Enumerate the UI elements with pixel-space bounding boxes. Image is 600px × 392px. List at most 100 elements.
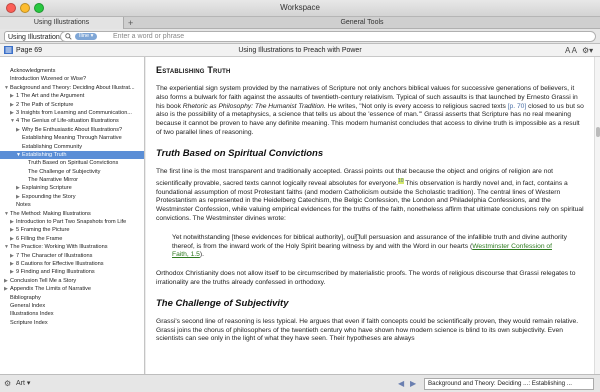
toc-item[interactable]: Notes [0, 201, 144, 209]
toc-item[interactable]: ▶ 8 Cautions for Effective Illustrations [0, 260, 144, 268]
toc-item-label: Truth Based on Spiritual Convictions [28, 160, 119, 167]
back-arrow-icon[interactable]: ◀ [398, 379, 404, 388]
text-cursor-icon: ⌶ [354, 233, 360, 243]
scroll-thumb[interactable] [596, 127, 600, 137]
gear-icon[interactable]: ⚙ [4, 379, 11, 388]
toc-item[interactable]: ▶ 6 Filling the Frame [0, 235, 144, 243]
toc-item[interactable]: ▼Background and Theory: Deciding About I… [0, 84, 144, 92]
toc-item-label: 6 Filling the Frame [16, 235, 63, 242]
toc-item[interactable]: Illustrations Index [0, 310, 144, 318]
search-placeholder: Enter a word or phrase [113, 33, 185, 40]
toc-item[interactable]: ▶ Expounding the Story [0, 193, 144, 201]
toc-item-label: Bibliography [10, 294, 41, 301]
toc-item-label: Establishing Truth [22, 151, 67, 158]
book-title: Using Illustrations to Preach with Power [238, 47, 362, 54]
toc-item[interactable]: The Narrative Mirror [0, 176, 144, 184]
toc-item-label: Explaining Scripture [22, 185, 72, 192]
paragraph: The experiential sign system provided by… [156, 85, 586, 138]
toc-item[interactable]: ▶ 2 The Path of Scripture [0, 101, 144, 109]
status-bar: ⚙ Art ▾ ◀ ▶ Background and Theory: Decid… [0, 374, 600, 392]
toc-item[interactable]: ▶ 1 The Art and the Argument [0, 92, 144, 100]
toc-item-label: Introduction Wizened or Wise? [10, 76, 87, 83]
search-type-pill[interactable]: Iline ▾ [75, 33, 98, 40]
toc-item[interactable]: ▶ Introduction to Part Two Snapshots from… [0, 218, 144, 226]
block-quote: Yet notwithstanding [these evidences for… [172, 234, 570, 260]
toc-item[interactable]: Truth Based on Spiritual Convictions [0, 159, 144, 167]
paragraph: Orthodox Christianity does not allow its… [156, 270, 576, 286]
toc-item-label: The Challenge of Subjectivity [28, 168, 101, 175]
content-scrollbar[interactable] [594, 57, 600, 374]
category-select[interactable]: Art ▾ [16, 379, 30, 389]
toc-item-label: 7 The Character of Illustrations [16, 252, 93, 259]
toc-item-label: 3 Insights from Learning and Communicati… [16, 109, 132, 116]
toc-item[interactable]: Scripture Index [0, 319, 144, 327]
paragraph: Grassi's second line of reasoning is les… [156, 317, 579, 343]
toc-item[interactable]: Establishing Meaning Through Narrative [0, 134, 144, 142]
toc-item-label: 1 The Art and the Argument [16, 93, 85, 100]
toc-sidebar: Acknowledgments Introduction Wizened or W… [0, 57, 145, 374]
title-bar: Workspace [0, 0, 600, 17]
toc-item-label: 2 The Path of Scripture [16, 101, 74, 108]
section-heading: Establishing Truth [156, 65, 231, 75]
toc-item-label: General Index [10, 302, 46, 309]
toc-item-label: The Narrative Mirror [28, 177, 79, 184]
text: ). [199, 251, 204, 259]
toc-item[interactable]: Introduction Wizened or Wise? [0, 75, 144, 83]
toolbar: Using Illustrations ▾ Iline ▾ Enter a wo… [0, 29, 600, 44]
toc-item[interactable]: Acknowledgments [0, 67, 144, 75]
toc-item-label: 4 The Genius of Life-situation Illustrat… [16, 118, 119, 125]
toc-item[interactable]: ▶ Conclusion Tell Me a Story [0, 277, 144, 285]
search-input[interactable]: Iline ▾ Enter a word or phrase [60, 31, 596, 42]
toc-item-label: 8 Cautions for Effective Illustrations [16, 260, 104, 267]
tab-using-illustrations[interactable]: Using Illustrations [0, 17, 124, 29]
toc-item-label: Establishing Community [22, 143, 83, 150]
location-breadcrumb[interactable]: Background and Theory: Deciding ...: Est… [424, 378, 594, 390]
toc-item-label: Expounding the Story [22, 193, 76, 200]
font-size-button[interactable]: A A [565, 44, 577, 57]
toc-item[interactable]: ▼Establishing Truth [0, 150, 144, 160]
toc-item[interactable]: ▼The Method: Making Illustrations [0, 210, 144, 218]
toc-item-label: Scripture Index [10, 319, 48, 326]
subsection-heading: Truth Based on Spiritual Convictions [156, 147, 324, 159]
toc-item[interactable]: ▼The Practice: Working With Illustration… [0, 243, 144, 251]
toc-item[interactable]: General Index [0, 302, 144, 310]
toc-item-label: The Method: Making Illustrations [10, 210, 91, 217]
toc-item-label: Appendix The Limits of Narrative [10, 286, 92, 293]
toc-item-label: Introduction to Part Two Snapshots from … [16, 219, 127, 226]
forward-arrow-icon[interactable]: ▶ [410, 379, 416, 388]
toc-item[interactable]: ▼4 The Genius of Life-situation Illustra… [0, 117, 144, 125]
subsection-heading: The Challenge of Subjectivity [156, 297, 289, 309]
tab-bar: Using Illustrations + General Tools [0, 17, 600, 29]
toc-item-label: Why Be Enthusiastic About Illustrations? [22, 126, 123, 133]
search-icon [65, 33, 72, 42]
toc-item[interactable]: ▶ 9 Finding and Filing Illustrations [0, 268, 144, 276]
book-content: Establishing Truth The experiential sign… [146, 57, 594, 374]
toc-item[interactable]: Establishing Community [0, 143, 144, 151]
tab-label: Using Illustrations [33, 19, 90, 26]
toc-item[interactable]: The Challenge of Subjectivity [0, 168, 144, 176]
paragraph: The first line is the most transparent a… [156, 168, 586, 224]
toc-item-label: 5 Framing the Picture [16, 227, 70, 234]
toc-item-label: Acknowledgments [10, 68, 56, 74]
text: He writes, "Not only is every access to … [325, 102, 508, 110]
toc-item-label: Background and Theory: Deciding About Il… [10, 84, 135, 91]
resource-select-label: Using Illustrations [8, 34, 64, 41]
window-title: Workspace [280, 3, 320, 12]
toc-item[interactable]: ▶ 5 Framing the Picture [0, 226, 144, 234]
toc-item[interactable]: Bibliography [0, 294, 144, 302]
toc-item-label: Notes [16, 202, 31, 209]
reader-header: Page 69 Using Illustrations to Preach wi… [0, 44, 600, 57]
toc-item[interactable]: ▶ 7 The Character of Illustrations [0, 252, 144, 260]
toc-item[interactable]: ▶ Appendix The Limits of Narrative [0, 285, 144, 293]
gear-icon[interactable]: ⚙▾ [582, 44, 593, 57]
book-reference: Rhetoric as Philosophy: The Humanist Tra… [182, 102, 326, 110]
toc-item-label: Illustrations Index [10, 311, 54, 318]
toc-item-label: 9 Finding and Filing Illustrations [16, 269, 95, 276]
window-subtitle: General Tools [340, 19, 384, 26]
toc-item[interactable]: ▶ Why Be Enthusiastic About Illustrations… [0, 126, 144, 134]
page-link[interactable]: [p. 70] [508, 103, 527, 110]
toc-item[interactable]: ▶ Explaining Scripture [0, 184, 144, 192]
toc-item[interactable]: ▶ 3 Insights from Learning and Communicat… [0, 109, 144, 117]
toc-item-label: The Practice: Working With Illustrations [10, 244, 108, 251]
toc-item-label: Conclusion Tell Me a Story [10, 277, 77, 284]
